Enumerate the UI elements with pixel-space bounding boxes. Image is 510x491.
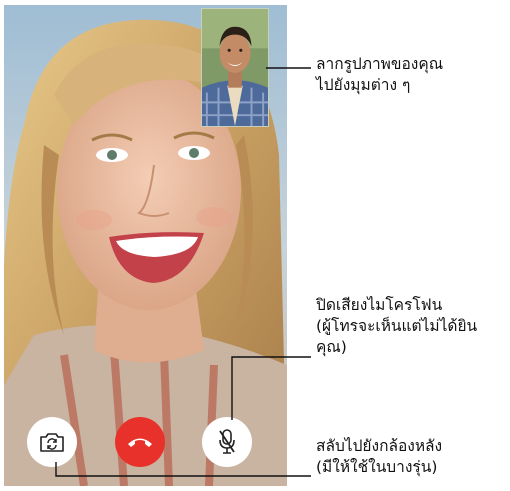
pip-callout-line-2: ไปยังมุมต่าง ๆ [316, 76, 411, 94]
flip-callout-label: สลับไปยังกล้องหลัง (มีให้ใช้ในบางรุ่น) [316, 436, 442, 478]
end-call-button[interactable] [115, 417, 165, 467]
self-view-pip[interactable] [201, 8, 269, 127]
phone-hangup-icon [128, 438, 152, 447]
mute-callout-line-3: คุณ) [316, 338, 347, 356]
flip-camera-button[interactable] [27, 417, 77, 467]
flip-callout-line-2: (มีให้ใช้ในบางรุ่น) [316, 458, 438, 476]
microphone-mute-icon [219, 429, 235, 454]
mute-callout-line-1: ปิดเสียงไมโครโฟน [316, 296, 443, 314]
pip-callout-label: ลากรูปภาพของคุณ ไปยังมุมต่าง ๆ [316, 54, 443, 96]
mute-callout-line-2: (ผู้โทรจะเห็นแต่ไม่ได้ยิน [316, 317, 478, 335]
mute-callout-label: ปิดเสียงไมโครโฟน (ผู้โทรจะเห็นแต่ไม่ได้ย… [316, 295, 477, 358]
video-call-screen [4, 5, 287, 486]
camera-flip-icon [40, 433, 64, 452]
pip-callout-line-1: ลากรูปภาพของคุณ [316, 55, 444, 73]
self-view-image [202, 9, 268, 126]
flip-callout-line-1: สลับไปยังกล้องหลัง [316, 437, 443, 455]
mute-button[interactable] [202, 417, 252, 467]
